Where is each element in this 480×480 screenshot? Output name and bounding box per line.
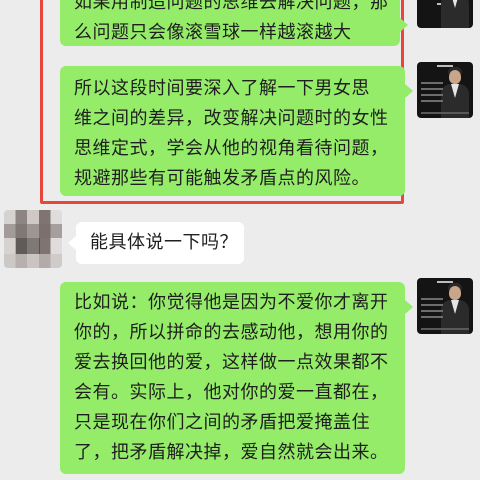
message-bubble-4[interactable]: 比如说：你觉得他是因为不爱你才离开 你的，所以拼命的去感动他，想用你的 爱去换回…	[60, 282, 413, 474]
message-line: 只是现在你们之间的矛盾把爱掩盖住	[74, 412, 370, 433]
message-line: 规避那些有可能触发矛盾点的风险。	[74, 168, 370, 189]
contact-avatar[interactable]	[4, 210, 62, 268]
message-line: 所以这段时间要深入了解一下男女思	[74, 78, 370, 99]
message-bubble-2[interactable]: 所以这段时间要深入了解一下男女思 维之间的差异，改变解决问题时的女性 思维定式，…	[60, 66, 413, 196]
sender-avatar[interactable]	[417, 0, 473, 28]
message-line: 么问题只会像滚雪球一样越滚越大	[74, 22, 352, 43]
message-line: 如果用制造问题的思维去解决问题，那	[74, 0, 389, 13]
message-bubble-1[interactable]: 如果用制造问题的思维去解决问题，那 么问题只会像滚雪球一样越滚越大	[60, 0, 408, 46]
message-line: 了，把矛盾解决掉，爱自然就会出来。	[74, 442, 389, 463]
message-line: 维之间的差异，改变解决问题时的女性	[74, 108, 389, 129]
message-line: 你的，所以拼命的去感动他，想用你的	[74, 322, 389, 343]
sender-avatar[interactable]	[417, 278, 473, 334]
message-line: 爱去换回他的爱，这样做一点效果都不	[74, 352, 389, 373]
sender-avatar[interactable]	[417, 62, 473, 118]
message-line: 比如说：你觉得他是因为不爱你才离开	[74, 292, 389, 313]
message-line: 思维定式，学会从他的视角看待问题，	[74, 138, 389, 159]
message-line: 会有。实际上，他对你的爱一直都在，	[74, 382, 389, 403]
message-bubble-3[interactable]: 能具体说一下吗？	[68, 222, 244, 264]
message-line: 能具体说一下吗？	[90, 232, 238, 253]
